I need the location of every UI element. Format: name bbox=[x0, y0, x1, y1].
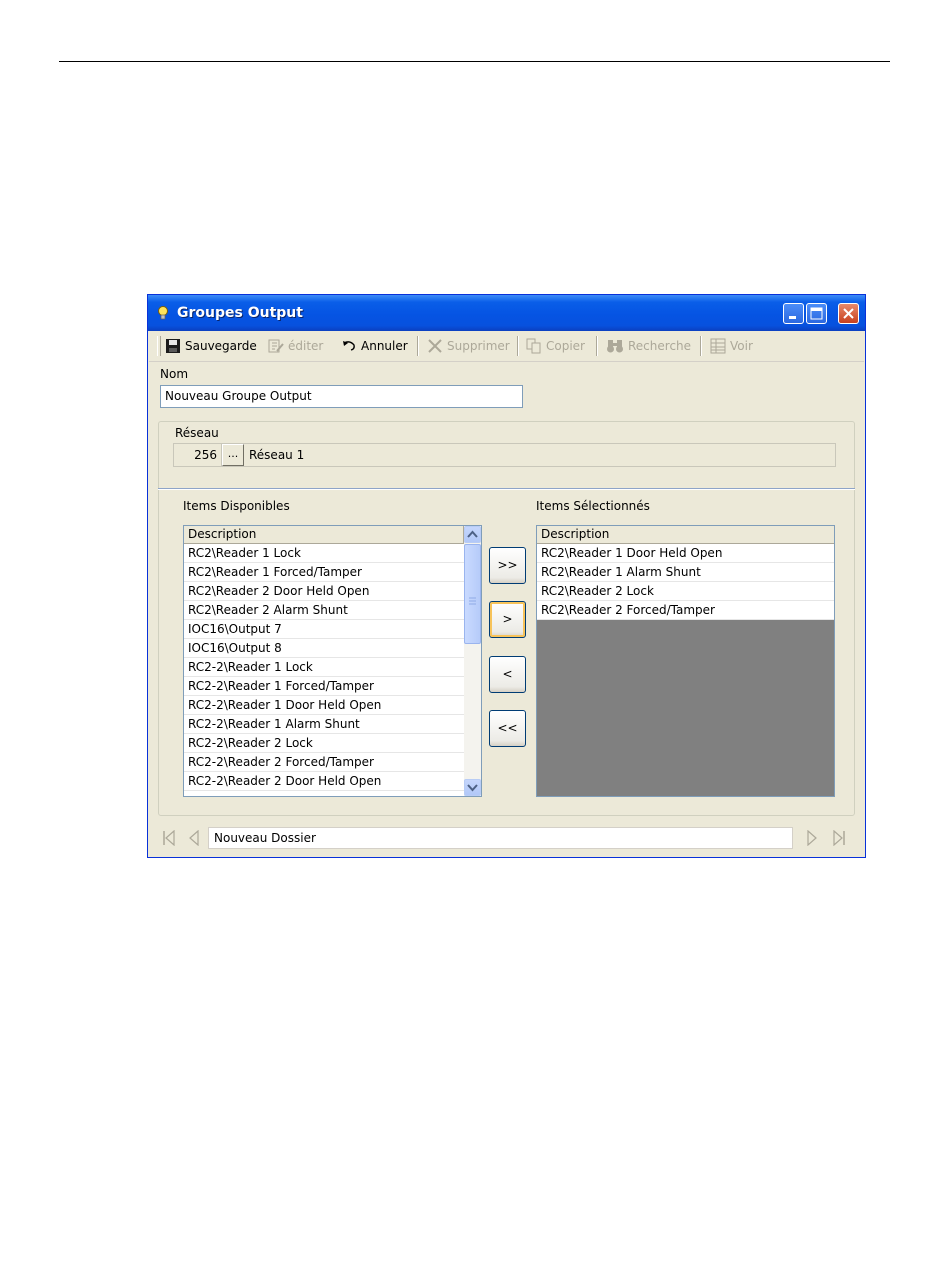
edit-button[interactable]: éditer bbox=[268, 336, 323, 356]
next-record-icon[interactable] bbox=[806, 830, 818, 846]
remove-button[interactable]: < bbox=[489, 656, 526, 693]
list-item[interactable]: RC2\Reader 2 Alarm Shunt bbox=[184, 601, 464, 620]
scroll-thumb[interactable] bbox=[464, 544, 481, 644]
copy-label: Copier bbox=[546, 339, 585, 353]
record-name-field[interactable]: Nouveau Dossier bbox=[208, 827, 793, 849]
x-icon bbox=[428, 339, 442, 353]
reseau-field: 256 ... Réseau 1 bbox=[173, 443, 836, 467]
save-label: Sauvegarde bbox=[185, 339, 257, 353]
list-item[interactable]: RC2\Reader 1 Lock bbox=[184, 544, 464, 563]
grip-icon bbox=[469, 597, 476, 605]
list-item[interactable]: RC2-2\Reader 2 Forced/Tamper bbox=[184, 753, 464, 772]
empty-list-area bbox=[537, 620, 834, 796]
selected-items-list[interactable]: Description RC2\Reader 1 Door Held Open … bbox=[536, 525, 835, 797]
list-item[interactable]: RC2\Reader 2 Forced/Tamper bbox=[537, 601, 834, 620]
maximize-icon bbox=[810, 307, 823, 320]
lightbulb-icon bbox=[158, 306, 168, 320]
available-scrollbar[interactable] bbox=[464, 526, 481, 796]
page-header-rule bbox=[59, 61, 890, 62]
view-button[interactable]: Voir bbox=[710, 336, 753, 356]
undo-icon bbox=[343, 341, 355, 351]
close-button[interactable] bbox=[838, 303, 859, 324]
available-items-list[interactable]: Description RC2\Reader 1 Lock RC2\Reader… bbox=[183, 525, 482, 797]
binoculars-icon bbox=[607, 340, 623, 353]
list-item[interactable]: RC2-2\Reader 2 Lock bbox=[184, 734, 464, 753]
list-item[interactable]: RC2\Reader 1 Forced/Tamper bbox=[184, 563, 464, 582]
toolbar-separator bbox=[700, 336, 702, 356]
toolbar-separator bbox=[417, 336, 419, 356]
nom-label: Nom bbox=[160, 367, 189, 381]
toolbar-grip[interactable] bbox=[157, 336, 161, 356]
search-label: Recherche bbox=[628, 339, 692, 353]
chevron-down-icon bbox=[467, 784, 478, 792]
copy-icon bbox=[526, 338, 541, 354]
edit-label: éditer bbox=[288, 339, 324, 353]
chevron-up-icon bbox=[467, 530, 478, 538]
toolbar: Sauvegarde éditer Annuler Supprimer Copi… bbox=[149, 331, 864, 362]
reseau-name: Réseau 1 bbox=[249, 448, 305, 462]
reseau-number: 256 bbox=[174, 444, 222, 466]
title-bar[interactable]: Groupes Output bbox=[148, 295, 865, 331]
previous-record-icon[interactable] bbox=[188, 830, 200, 846]
minimize-button[interactable] bbox=[783, 303, 804, 324]
reseau-browse-button[interactable]: ... bbox=[222, 444, 244, 466]
list-item[interactable]: RC2-2\Reader 1 Lock bbox=[184, 658, 464, 677]
list-item[interactable]: RC2\Reader 2 Door Held Open bbox=[184, 582, 464, 601]
list-item[interactable]: RC2\Reader 1 Door Held Open bbox=[537, 544, 834, 563]
remove-all-button[interactable]: << bbox=[489, 710, 526, 747]
cancel-button[interactable]: Annuler bbox=[341, 336, 408, 356]
toolbar-separator bbox=[517, 336, 519, 356]
view-label: Voir bbox=[730, 339, 753, 353]
nom-input[interactable]: Nouveau Groupe Output bbox=[160, 385, 523, 408]
save-button[interactable]: Sauvegarde bbox=[165, 336, 257, 356]
list-item[interactable]: RC2-2\Reader 2 Door Held Open bbox=[184, 772, 464, 791]
edit-icon bbox=[268, 339, 284, 353]
add-button[interactable]: > bbox=[489, 601, 526, 638]
list-item[interactable]: RC2\Reader 2 Lock bbox=[537, 582, 834, 601]
selected-description-header[interactable]: Description bbox=[537, 526, 834, 544]
cancel-label: Annuler bbox=[361, 339, 408, 353]
delete-button[interactable]: Supprimer bbox=[427, 336, 510, 356]
selected-items-label: Items Sélectionnés bbox=[536, 499, 650, 513]
floppy-disk-icon bbox=[166, 339, 180, 353]
grid-icon bbox=[710, 338, 726, 354]
close-icon bbox=[843, 308, 854, 319]
list-item[interactable]: IOC16\Output 7 bbox=[184, 620, 464, 639]
section-divider bbox=[158, 488, 855, 490]
window-title: Groupes Output bbox=[177, 305, 303, 321]
list-item[interactable]: RC2-2\Reader 1 Forced/Tamper bbox=[184, 677, 464, 696]
scroll-down-button[interactable] bbox=[464, 779, 481, 796]
reseau-label: Réseau bbox=[175, 426, 219, 440]
list-item[interactable]: IOC16\Output 8 bbox=[184, 639, 464, 658]
toolbar-separator bbox=[596, 336, 598, 356]
available-rows: RC2\Reader 1 Lock RC2\Reader 1 Forced/Ta… bbox=[184, 544, 464, 791]
last-record-icon[interactable] bbox=[832, 830, 846, 846]
record-navigator: Nouveau Dossier bbox=[154, 824, 858, 852]
copy-button[interactable]: Copier bbox=[526, 336, 585, 356]
available-description-header[interactable]: Description bbox=[184, 526, 464, 544]
minimize-icon bbox=[789, 316, 796, 319]
maximize-button[interactable] bbox=[806, 303, 827, 324]
delete-label: Supprimer bbox=[447, 339, 510, 353]
list-item[interactable]: RC2-2\Reader 1 Door Held Open bbox=[184, 696, 464, 715]
selected-rows: RC2\Reader 1 Door Held Open RC2\Reader 1… bbox=[537, 544, 834, 620]
list-item[interactable]: RC2\Reader 1 Alarm Shunt bbox=[537, 563, 834, 582]
scroll-up-button[interactable] bbox=[464, 526, 481, 543]
groupes-output-window: Groupes Output Sauvegarde éditer Annuler… bbox=[147, 294, 866, 858]
add-all-button[interactable]: >> bbox=[489, 547, 526, 584]
available-items-label: Items Disponibles bbox=[183, 499, 290, 513]
list-item[interactable]: RC2-2\Reader 1 Alarm Shunt bbox=[184, 715, 464, 734]
first-record-icon[interactable] bbox=[162, 830, 176, 846]
search-button[interactable]: Recherche bbox=[606, 336, 691, 356]
